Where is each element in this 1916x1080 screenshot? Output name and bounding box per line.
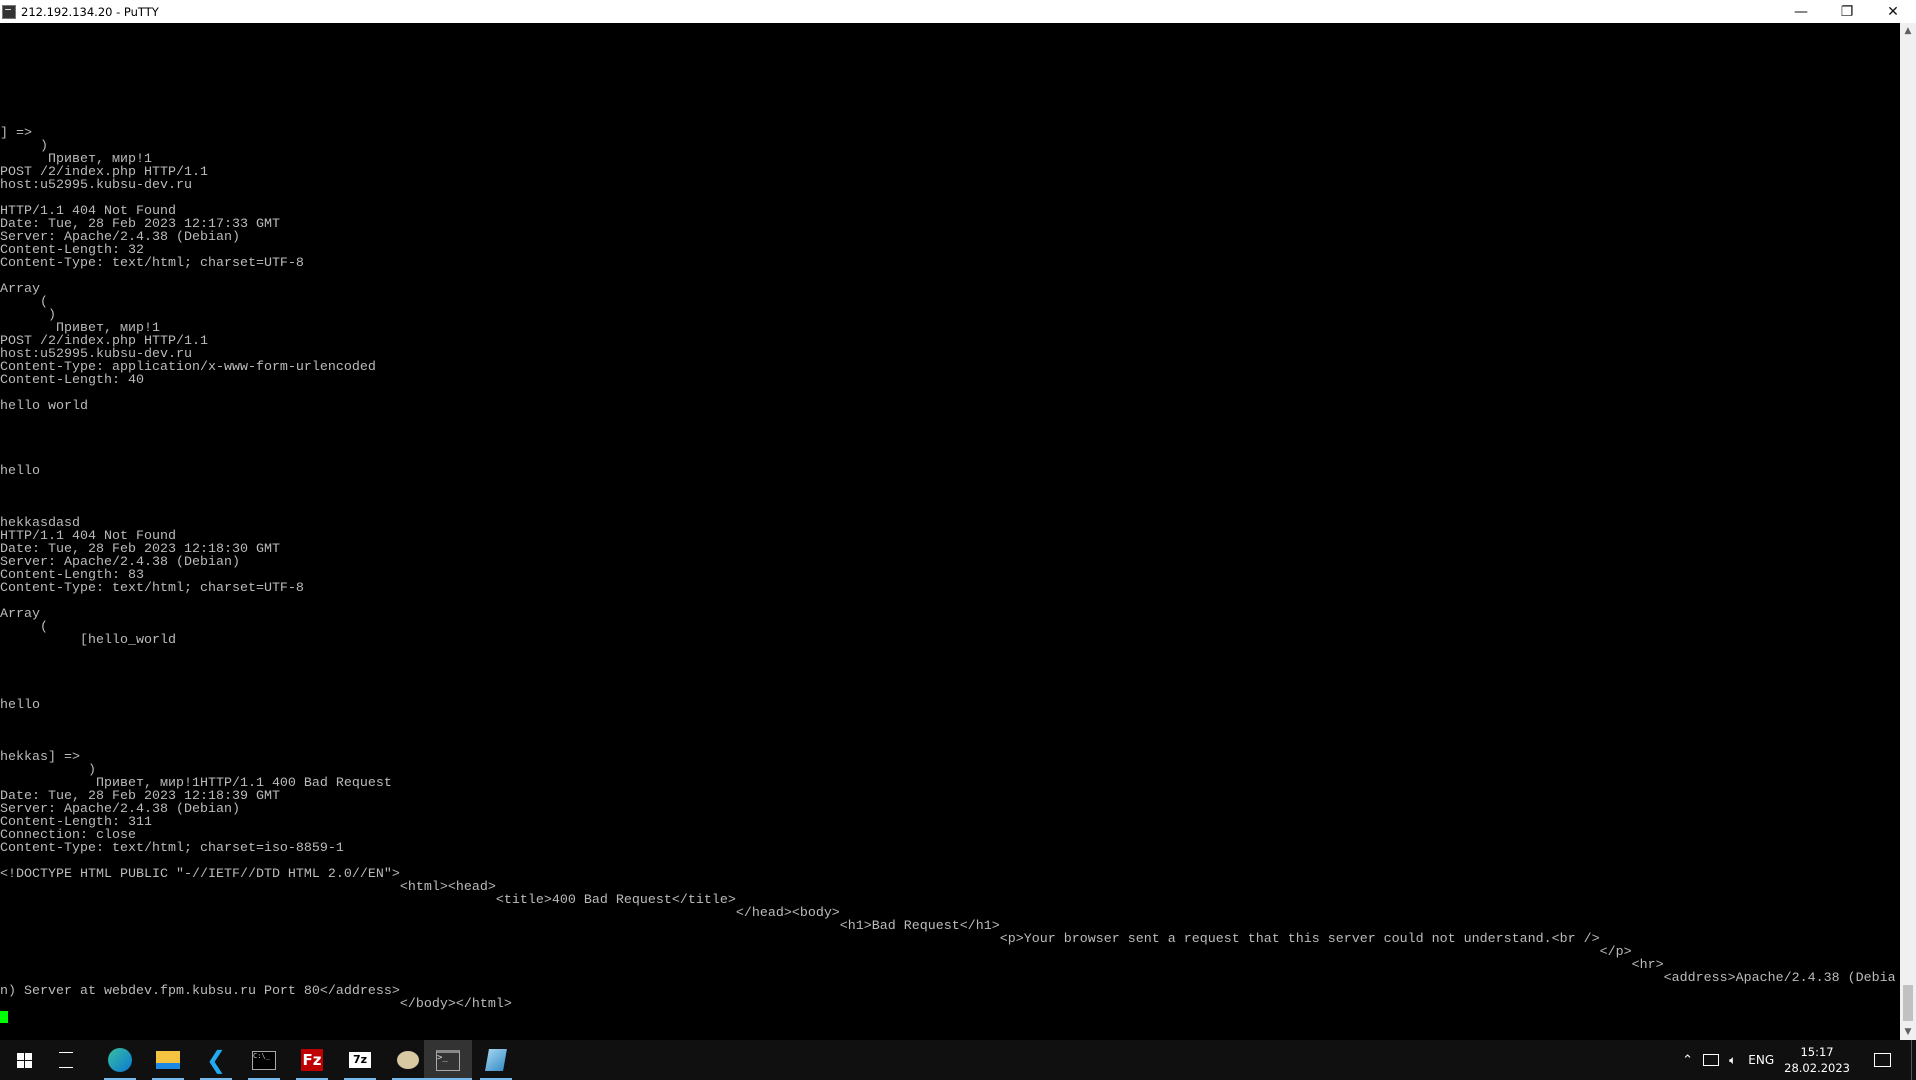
language-indicator[interactable]: ENG <box>1748 1053 1774 1067</box>
taskbar-vscode-button[interactable]: ❮ <box>192 1040 240 1080</box>
terminal-line: Server: Apache/2.4.38 (Debian) <box>0 230 240 245</box>
terminal-line: Content-Type: application/x-www-form-url… <box>0 360 376 375</box>
clock-time: 15:17 <box>1800 1045 1834 1059</box>
close-button[interactable]: ✕ <box>1870 0 1916 23</box>
taskbar-file-explorer-button[interactable] <box>144 1040 192 1080</box>
scroll-down-icon[interactable]: ▼ <box>1900 1024 1916 1040</box>
terminal-area[interactable]: ] => ) Привет, мир!1 POST /2/index.php HT… <box>0 23 1900 1040</box>
taskbar-7zip-button[interactable]: 7z <box>336 1040 384 1080</box>
scroll-up-icon[interactable]: ▲ <box>1900 23 1916 39</box>
terminal-line: Server: Apache/2.4.38 (Debian) <box>0 802 240 817</box>
task-view-icon <box>59 1052 73 1068</box>
edge-icon <box>108 1048 132 1072</box>
clock[interactable]: 15:17 28.02.2023 <box>1784 1044 1850 1076</box>
terminal-line: host:u52995.kubsu-dev.ru <box>0 178 192 193</box>
notifications-icon[interactable] <box>1874 1053 1891 1067</box>
folder-icon <box>156 1051 180 1069</box>
terminal-line: hello <box>0 698 40 713</box>
vertical-scrollbar[interactable]: ▲ ▼ <box>1900 23 1916 1040</box>
terminal-line: POST /2/index.php HTTP/1.1 <box>0 165 208 180</box>
terminal-line: ) <box>0 139 48 154</box>
filezilla-icon: Fz <box>301 1049 323 1071</box>
putty-app-icon[interactable] <box>2 4 16 19</box>
clock-date: 28.02.2023 <box>1784 1061 1850 1075</box>
taskbar-start-button[interactable] <box>0 1040 48 1080</box>
network-icon[interactable] <box>1703 1054 1720 1066</box>
terminal-line: ( <box>0 620 48 635</box>
volume-icon[interactable]: 🔈︎ <box>1729 1053 1736 1068</box>
terminal-line: Привет, мир!1 <box>0 152 152 167</box>
window-title: 212.192.134.20 - PuTTY <box>21 4 159 19</box>
terminal-line: Content-Type: text/html; charset=iso-885… <box>0 841 344 856</box>
terminal-line: Content-Length: 311 <box>0 815 152 830</box>
taskbar-command-prompt-button[interactable]: C:\_ <box>240 1040 288 1080</box>
show-hidden-icons-icon[interactable]: ⌃ <box>1682 1053 1693 1068</box>
minimize-button[interactable]: — <box>1778 0 1824 23</box>
taskbar-filezilla-button[interactable]: Fz <box>288 1040 336 1080</box>
terminal-line: POST /2/index.php HTTP/1.1 <box>0 334 208 349</box>
terminal-output: ] => ) Привет, мир!1 POST /2/index.php HT… <box>0 127 1896 1024</box>
terminal-line: Array <box>0 607 40 622</box>
terminal-line: HTTP/1.1 404 Not Found <box>0 529 176 544</box>
terminal-line: Привет, мир!1 <box>0 321 160 336</box>
terminal-line: [hello_world <box>0 633 176 648</box>
system-tray: ⌃ 🔈︎ ENG 15:17 28.02.2023 <box>1682 1040 1916 1080</box>
terminal-line: hekkasdasd <box>0 516 80 531</box>
terminal-cursor-line <box>0 1011 1896 1024</box>
cmd-icon: C:\_ <box>252 1050 276 1070</box>
terminal-line: HTTP/1.1 404 Not Found <box>0 204 176 219</box>
terminal-line: hekkas] => <box>0 750 80 765</box>
taskbar-notepad-button[interactable] <box>472 1040 520 1080</box>
scrollbar-thumb[interactable] <box>1903 985 1913 1021</box>
terminal-line: Date: Tue, 28 Feb 2023 12:18:30 GMT <box>0 542 280 557</box>
terminal-line: Date: Tue, 28 Feb 2023 12:17:33 GMT <box>0 217 280 232</box>
palette-icon <box>397 1051 419 1069</box>
vscode-icon: ❮ <box>205 1046 227 1074</box>
show-desktop-button[interactable] <box>1911 1040 1912 1080</box>
terminal-line: ( <box>0 295 48 310</box>
terminal-line: Привет, мир!1HTTP/1.1 400 Bad Request <box>0 776 392 791</box>
terminal-line: Server: Apache/2.4.38 (Debian) <box>0 555 240 570</box>
terminal-line: Date: Tue, 28 Feb 2023 12:18:39 GMT <box>0 789 280 804</box>
windows-logo-icon <box>16 1052 32 1068</box>
terminal-cursor <box>0 1011 8 1023</box>
taskbar: ❮ C:\_ Fz 7z >_ ⌃ 🔈︎ ENG 15:17 28.02.2023 <box>0 1040 1916 1080</box>
taskbar-task-view-button[interactable] <box>42 1040 90 1080</box>
terminal-line: Content-Length: 40 <box>0 373 144 388</box>
terminal-line: hello world <box>0 399 88 414</box>
terminal-line: ] => <box>0 126 32 141</box>
terminal-line: Content-Type: text/html; charset=UTF-8 <box>0 581 304 596</box>
terminal-line: ) <box>0 308 56 323</box>
restore-button[interactable]: ❐ <box>1824 0 1870 23</box>
title-bar[interactable]: 212.192.134.20 - PuTTY — ❐ ✕ <box>0 0 1916 23</box>
taskbar-putty-button[interactable]: >_ <box>424 1040 472 1080</box>
terminal-line: hello <box>0 464 40 479</box>
taskbar-edge-button[interactable] <box>96 1040 144 1080</box>
7zip-icon: 7z <box>349 1052 371 1068</box>
putty-terminal-icon: >_ <box>436 1049 460 1071</box>
terminal-line: </body></html> <box>0 997 512 1012</box>
terminal-line: Content-Type: text/html; charset=UTF-8 <box>0 256 304 271</box>
notepad-icon <box>485 1049 507 1071</box>
terminal-line: Array <box>0 282 40 297</box>
